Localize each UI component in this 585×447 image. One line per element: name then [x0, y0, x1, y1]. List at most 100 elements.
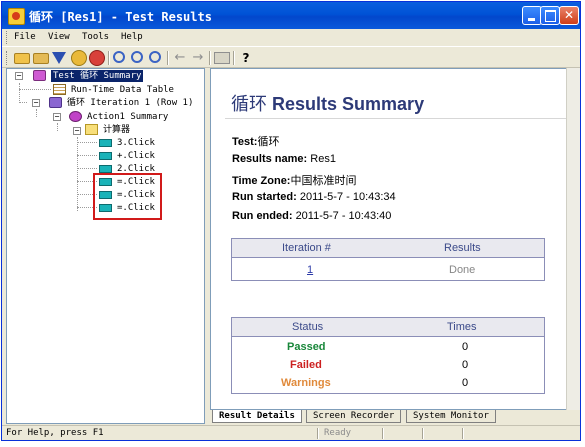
table-icon	[53, 84, 66, 95]
step-icon	[99, 139, 112, 147]
info-value: 2011-5-7 - 10:43:40	[295, 210, 392, 222]
tree-node-test-summary[interactable]: Test 循环 Summary	[33, 70, 144, 82]
collapse-toggle[interactable]: −	[32, 99, 40, 107]
app-icon	[8, 8, 25, 25]
toolbar-separator	[108, 51, 110, 65]
status-warnings: Warnings	[281, 377, 331, 389]
status-separator	[382, 428, 384, 439]
window-title: 循环 [Res1] - Test Results	[29, 10, 212, 24]
toolbar-separator	[233, 51, 235, 65]
column-header-iteration: Iteration #	[282, 242, 331, 254]
close-button[interactable]: ✕	[559, 6, 579, 25]
tree-node-iteration[interactable]: 循环 Iteration 1 (Row 1)	[49, 97, 193, 109]
tree-line	[19, 102, 27, 103]
step-icon	[99, 165, 112, 173]
status-failed: Failed	[290, 359, 322, 371]
status-passed-count: 0	[462, 341, 469, 353]
status-help-text: For Help, press F1	[6, 428, 104, 438]
tree-node-step[interactable]: +.Click	[99, 150, 155, 162]
minimize-button[interactable]	[522, 6, 542, 25]
toolbar-separator	[167, 51, 169, 65]
tree-node-label: Test 循环 Summary	[51, 70, 144, 82]
info-run-started: Run started: 2011-5-7 - 10:43:34	[232, 191, 396, 203]
info-results-name: Results name: Res1	[232, 153, 336, 165]
info-label: Results name:	[232, 153, 308, 165]
filter-icon[interactable]	[52, 52, 66, 64]
info-run-ended: Run ended: 2011-5-7 - 10:43:40	[232, 210, 391, 222]
report-heading-title: Results Summary	[272, 94, 425, 114]
maximize-icon	[545, 10, 556, 22]
status-failed-count: 0	[462, 359, 469, 371]
tree-node-calculator[interactable]: 计算器	[85, 124, 130, 136]
info-label: Test:	[232, 136, 258, 148]
status-ready: Ready	[324, 428, 352, 438]
results-report: 循环 Results Summary Test:循环 Results name:…	[210, 68, 574, 410]
tree-line	[19, 83, 20, 103]
info-value: 循环	[257, 136, 280, 148]
menu-help[interactable]: Help	[121, 32, 143, 42]
zoom-out-icon[interactable]	[149, 51, 161, 63]
collapse-toggle[interactable]: −	[15, 72, 23, 80]
tab-result-details[interactable]: Result Details	[212, 410, 302, 423]
menu-view[interactable]: View	[48, 32, 70, 42]
toolbar: ← → ?	[2, 46, 580, 68]
title-bar: 循环 [Res1] - Test Results ✕	[2, 2, 580, 29]
find-icon[interactable]	[71, 50, 87, 66]
minimize-icon	[528, 18, 535, 21]
iteration-table: Iteration # Results 1 Done	[231, 238, 545, 281]
tree-node-label: Action1 Summary	[87, 112, 169, 122]
column-header-results: Results	[444, 242, 481, 254]
zoom-icon[interactable]	[113, 51, 125, 63]
table-header: Status Times	[232, 318, 544, 337]
info-label: Run ended:	[232, 210, 293, 222]
tree-node-label: +.Click	[117, 151, 155, 161]
status-bar: For Help, press F1 Ready	[2, 425, 580, 440]
status-separator	[422, 428, 424, 439]
info-value: Res1	[310, 153, 336, 165]
test-icon	[33, 70, 46, 81]
split-icon[interactable]	[214, 52, 230, 64]
tree-node-action[interactable]: Action1 Summary	[69, 111, 168, 123]
zoom-in-icon[interactable]	[131, 51, 143, 63]
collapse-toggle[interactable]: −	[73, 127, 81, 135]
jump-icon[interactable]	[89, 50, 105, 66]
info-test: Test:循环	[232, 133, 279, 149]
step-icon	[99, 152, 112, 160]
tree-node-step[interactable]: 3.Click	[99, 137, 155, 149]
column-header-times: Times	[447, 321, 477, 333]
collapse-toggle[interactable]: −	[53, 113, 61, 121]
status-separator	[317, 428, 319, 439]
tree-node-label: 计算器	[103, 125, 131, 135]
toolbar-grip[interactable]	[6, 51, 10, 65]
info-time-zone: Time Zone:中国标准时间	[232, 172, 356, 188]
details-tabs: Result Details Screen Recorder System Mo…	[210, 410, 580, 424]
action-icon	[69, 111, 82, 122]
iteration-link[interactable]: 1	[307, 264, 313, 276]
menu-file[interactable]: File	[14, 32, 36, 42]
status-passed: Passed	[287, 341, 326, 353]
tab-system-monitor[interactable]: System Monitor	[406, 410, 496, 423]
tab-screen-recorder[interactable]: Screen Recorder	[306, 410, 402, 423]
iteration-result: Done	[449, 264, 476, 276]
menu-grip[interactable]	[6, 31, 10, 44]
tree-node-data-table[interactable]: Run-Time Data Table	[53, 84, 174, 96]
status-warnings-count: 0	[462, 377, 469, 389]
tree-node-label: Run-Time Data Table	[71, 85, 174, 95]
report-scrollbar[interactable]	[566, 68, 580, 410]
report-heading-test: 循环	[231, 94, 267, 114]
forward-arrow-icon[interactable]: →	[190, 50, 206, 66]
menu-tools[interactable]: Tools	[82, 32, 109, 42]
info-label: Time Zone:	[232, 175, 291, 187]
highlight-box	[93, 173, 162, 220]
table-header: Iteration # Results	[232, 239, 544, 258]
back-arrow-icon[interactable]: ←	[172, 50, 188, 66]
column-header-status: Status	[292, 321, 324, 333]
open-folder-icon[interactable]	[14, 53, 30, 64]
info-value: 2011-5-7 - 10:43:34	[299, 191, 396, 203]
iteration-icon	[49, 97, 62, 108]
open-results-icon[interactable]	[33, 53, 49, 64]
report-divider	[225, 118, 567, 119]
menu-bar: File View Tools Help	[2, 29, 580, 46]
help-icon[interactable]: ?	[238, 50, 254, 66]
maximize-button[interactable]	[540, 6, 560, 25]
